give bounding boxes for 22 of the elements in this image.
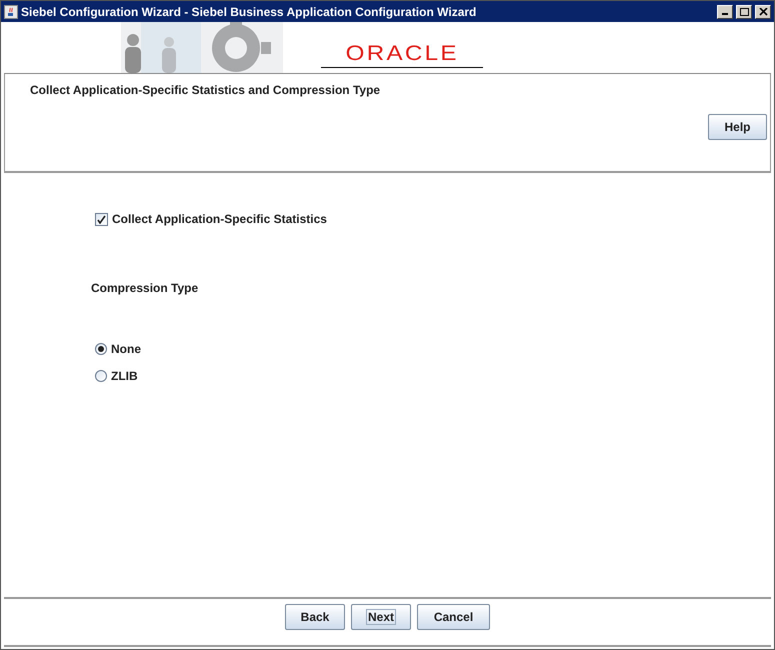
minimize-icon (722, 13, 728, 15)
java-cup-icon (4, 4, 18, 18)
oracle-logo: ORACLE (345, 43, 459, 67)
page-heading: Collect Application-Specific Statistics and Compression Type (30, 82, 382, 99)
maximize-button[interactable] (736, 4, 752, 18)
radio-label: ZLIB (111, 368, 138, 385)
checkbox-label: Collect Application-Specific Statistics (112, 211, 327, 228)
radio-button[interactable] (95, 343, 107, 355)
check-icon (97, 214, 106, 224)
wizard-button[interactable]: Cancel (417, 604, 490, 630)
wizard-button[interactable]: Next (351, 604, 411, 630)
window-title: Siebel Configuration Wizard - Siebel Business Application Configuration Wizard (21, 4, 478, 20)
close-icon (758, 8, 768, 16)
close-button[interactable] (755, 4, 771, 18)
wizard-button[interactable]: Back (285, 604, 345, 630)
help-button[interactable]: Help (708, 114, 767, 140)
minimize-button[interactable] (717, 4, 733, 18)
radio-button[interactable] (95, 370, 107, 382)
checkbox[interactable] (95, 212, 108, 226)
radio-label: None (111, 341, 141, 358)
maximize-icon (740, 8, 748, 16)
section-label: Compression Type (91, 280, 200, 297)
